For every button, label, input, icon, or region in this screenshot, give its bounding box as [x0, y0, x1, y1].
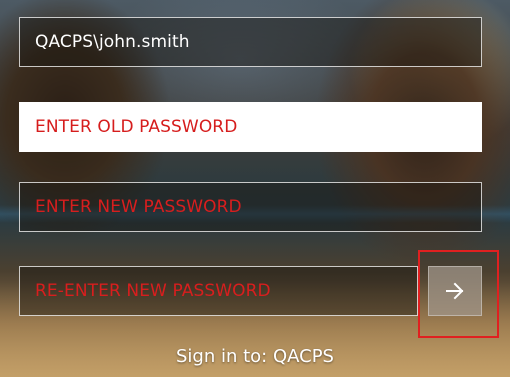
new-password-field[interactable]: ENTER NEW PASSWORD — [19, 182, 482, 232]
sign-in-domain-label: Sign in to: QACPS — [176, 346, 334, 367]
reenter-password-placeholder: RE-ENTER NEW PASSWORD — [35, 281, 271, 301]
arrow-right-icon — [446, 282, 464, 300]
submit-button[interactable] — [428, 266, 482, 316]
old-password-field[interactable]: ENTER OLD PASSWORD — [19, 102, 482, 152]
reenter-password-field[interactable]: RE-ENTER NEW PASSWORD — [19, 266, 418, 316]
new-password-placeholder: ENTER NEW PASSWORD — [35, 197, 242, 217]
old-password-placeholder: ENTER OLD PASSWORD — [35, 117, 238, 137]
username-value: QACPS\john.smith — [35, 32, 190, 52]
username-field[interactable]: QACPS\john.smith — [19, 17, 482, 67]
